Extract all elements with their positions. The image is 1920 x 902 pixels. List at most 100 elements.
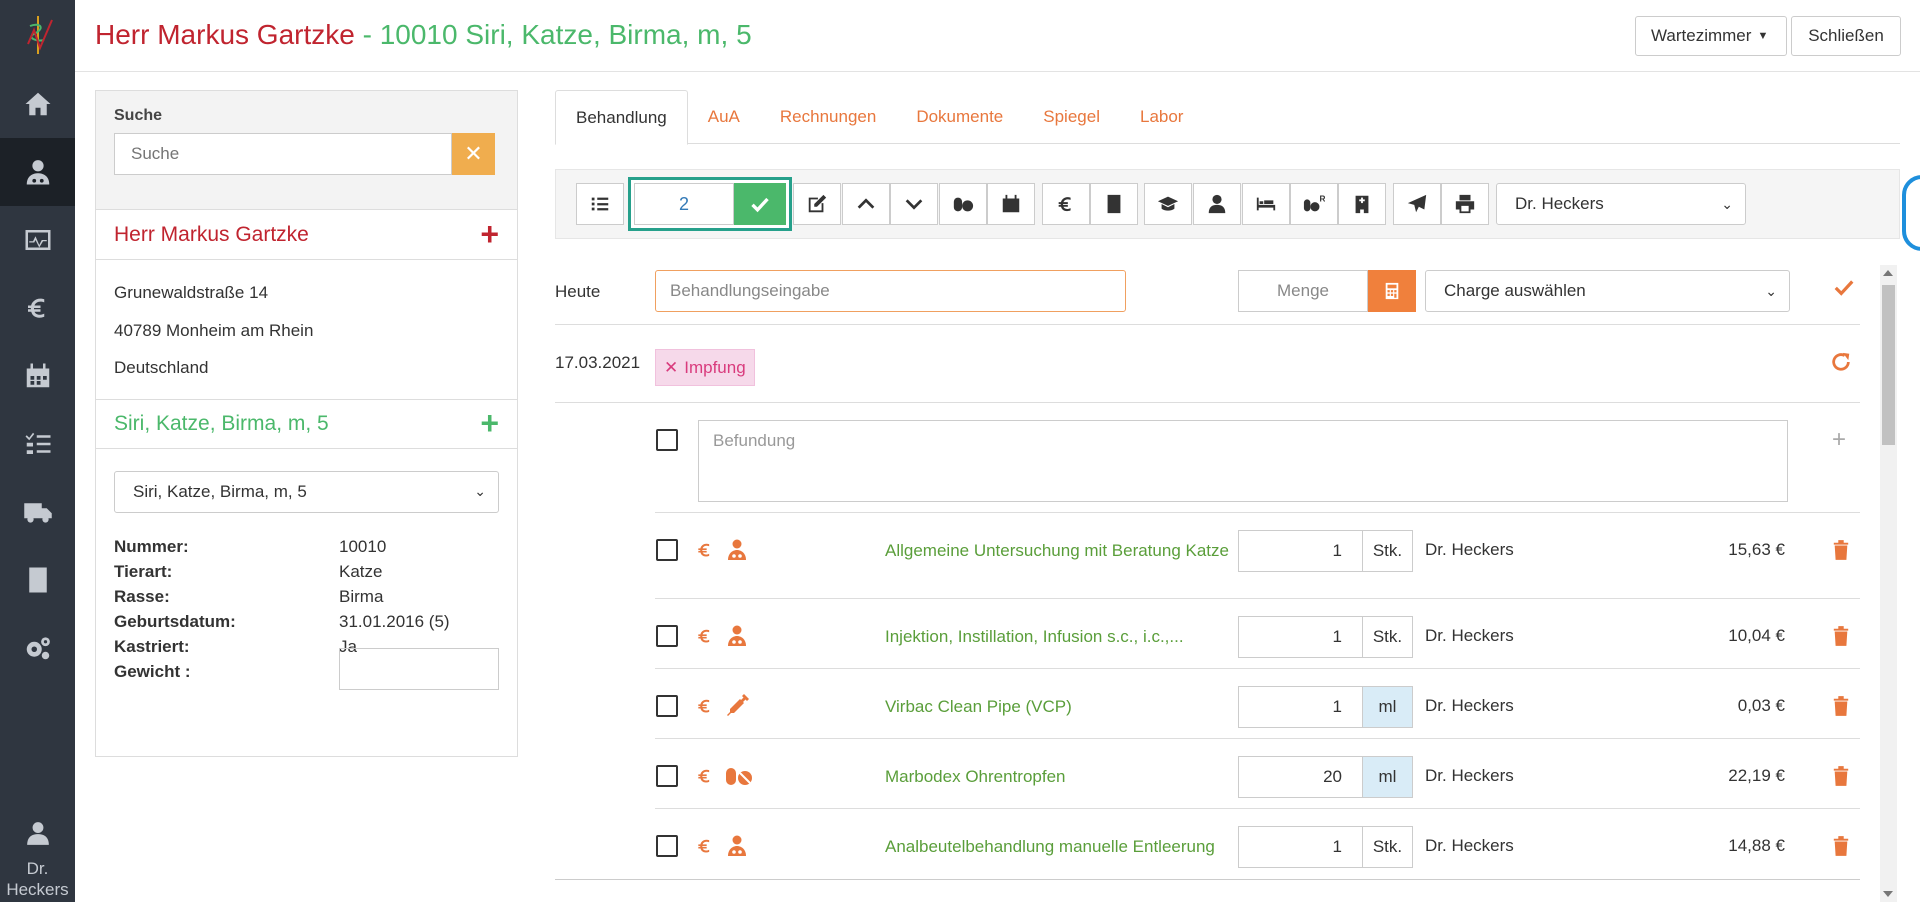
nav-patients[interactable] bbox=[0, 138, 75, 206]
tab-dokumente[interactable]: Dokumente bbox=[896, 90, 1023, 144]
euro-icon[interactable] bbox=[695, 538, 715, 567]
item-name[interactable]: Analbeutelbehandlung manuelle Entleerung bbox=[885, 834, 1265, 859]
remove-badge-icon[interactable]: ✕ bbox=[664, 358, 678, 378]
item-qty[interactable]: 1 bbox=[1239, 531, 1362, 571]
scrollbar[interactable] bbox=[1880, 265, 1897, 902]
row-checkbox[interactable] bbox=[656, 695, 678, 717]
impfung-badge[interactable]: ✕ Impfung bbox=[655, 349, 755, 386]
prescription-button[interactable]: R bbox=[1290, 183, 1338, 225]
pet-select[interactable]: Siri, Katze, Birma, m, 5 ⌄ bbox=[114, 470, 499, 513]
waiting-room-button[interactable]: Wartezimmer ▼ bbox=[1635, 16, 1787, 56]
help-widget[interactable] bbox=[1902, 175, 1920, 251]
person-icon bbox=[1208, 194, 1226, 214]
item-name[interactable]: Marbodex Ohrentropfen bbox=[885, 764, 1235, 789]
move-down-button[interactable] bbox=[890, 183, 938, 225]
owner-name[interactable]: Herr Markus Gartzke bbox=[114, 223, 309, 247]
counter-input[interactable]: 2 bbox=[634, 183, 734, 225]
add-findings-icon[interactable]: + bbox=[1832, 426, 1846, 454]
row-checkbox[interactable] bbox=[656, 539, 678, 561]
findings-checkbox[interactable] bbox=[656, 429, 678, 451]
chevron-down-icon: ⌄ bbox=[474, 483, 486, 499]
edit-button[interactable] bbox=[793, 183, 841, 225]
clinic-button[interactable] bbox=[1338, 183, 1386, 225]
scroll-thumb[interactable] bbox=[1882, 285, 1895, 445]
top-bar: Herr Markus Gartzke - 10010 Siri, Katze,… bbox=[75, 0, 1920, 72]
add-owner-icon[interactable]: + bbox=[480, 216, 499, 253]
euro-icon[interactable] bbox=[695, 624, 715, 653]
item-qty[interactable]: 1 bbox=[1239, 617, 1362, 657]
refresh-button[interactable] bbox=[1830, 351, 1852, 378]
euro-icon[interactable] bbox=[695, 834, 715, 863]
delete-icon[interactable] bbox=[1832, 625, 1850, 652]
weight-input[interactable] bbox=[339, 647, 499, 690]
tab-aua[interactable]: AuA bbox=[688, 90, 760, 144]
pet-heading[interactable]: Siri, Katze, Birma, m, 5 bbox=[114, 412, 329, 436]
row-checkbox[interactable] bbox=[656, 835, 678, 857]
nav-book[interactable] bbox=[0, 546, 75, 614]
book-icon bbox=[28, 567, 47, 593]
journal-button[interactable] bbox=[1090, 183, 1138, 225]
treatment-entry-row: Heute Behandlungseingabe Menge Charge au… bbox=[555, 270, 1860, 325]
nav-settings[interactable] bbox=[0, 614, 75, 682]
clear-search-button[interactable]: ✕ bbox=[452, 133, 495, 175]
euro-icon[interactable] bbox=[695, 694, 715, 723]
scroll-down-icon[interactable] bbox=[1883, 891, 1893, 897]
nav-calendar[interactable] bbox=[0, 342, 75, 410]
list-icon bbox=[591, 197, 609, 211]
delete-icon[interactable] bbox=[1832, 695, 1850, 722]
nav-finance[interactable] bbox=[0, 274, 75, 342]
move-up-button[interactable] bbox=[842, 183, 890, 225]
delete-icon[interactable] bbox=[1832, 765, 1850, 792]
doctor-select[interactable]: Dr. Heckers ⌄ bbox=[1496, 183, 1746, 225]
detail-key: Geburtsdatum: bbox=[114, 611, 236, 631]
app-logo[interactable] bbox=[0, 0, 75, 70]
tab-rechnungen[interactable]: Rechnungen bbox=[760, 90, 896, 144]
nav-home[interactable] bbox=[0, 70, 75, 138]
close-button[interactable]: Schließen bbox=[1791, 16, 1901, 56]
quantity-field[interactable]: 1 Stk. bbox=[1238, 826, 1413, 868]
treatment-input[interactable]: Behandlungseingabe bbox=[655, 270, 1126, 312]
confirm-counter-button[interactable] bbox=[734, 183, 786, 225]
item-qty[interactable]: 1 bbox=[1239, 827, 1362, 867]
item-qty[interactable]: 1 bbox=[1239, 687, 1362, 727]
print-button[interactable] bbox=[1441, 183, 1489, 225]
search-input[interactable] bbox=[114, 133, 452, 175]
quantity-field[interactable]: 1 Stk. bbox=[1238, 616, 1413, 658]
tab-behandlung[interactable]: Behandlung bbox=[555, 90, 688, 145]
nav-monitor[interactable] bbox=[0, 206, 75, 274]
row-checkbox[interactable] bbox=[656, 625, 678, 647]
divider bbox=[555, 402, 1860, 403]
current-user[interactable]: Dr. Heckers bbox=[0, 818, 75, 902]
item-name[interactable]: Allgemeine Untersuchung mit Beratung Kat… bbox=[885, 538, 1235, 563]
tab-labor[interactable]: Labor bbox=[1120, 90, 1203, 144]
nav-delivery[interactable] bbox=[0, 478, 75, 546]
list-button[interactable] bbox=[576, 183, 624, 225]
billing-button[interactable] bbox=[1042, 183, 1090, 225]
medication-button[interactable] bbox=[939, 183, 987, 225]
send-button[interactable] bbox=[1393, 183, 1441, 225]
item-name[interactable]: Virbac Clean Pipe (VCP) bbox=[885, 694, 1235, 719]
quantity-field[interactable]: 1 ml bbox=[1238, 686, 1413, 728]
nav-tasks[interactable] bbox=[0, 410, 75, 478]
row-checkbox[interactable] bbox=[656, 765, 678, 787]
quantity-field[interactable]: 20 ml bbox=[1238, 756, 1413, 798]
add-pet-icon[interactable]: + bbox=[480, 405, 499, 442]
delete-icon[interactable] bbox=[1832, 835, 1850, 862]
delete-icon[interactable] bbox=[1832, 539, 1850, 566]
quantity-field[interactable]: 1 Stk. bbox=[1238, 530, 1413, 572]
item-name[interactable]: Injektion, Instillation, Infusion s.c., … bbox=[885, 624, 1235, 649]
tab-spiegel[interactable]: Spiegel bbox=[1023, 90, 1120, 144]
education-button[interactable] bbox=[1144, 183, 1192, 225]
scroll-up-icon[interactable] bbox=[1883, 270, 1893, 276]
submit-treatment-button[interactable] bbox=[1833, 276, 1855, 303]
amount-input[interactable]: Menge bbox=[1238, 270, 1368, 312]
findings-textarea[interactable]: Befundung bbox=[698, 420, 1788, 502]
euro-icon[interactable] bbox=[695, 764, 715, 793]
item-qty[interactable]: 20 bbox=[1239, 757, 1362, 797]
charge-select[interactable]: Charge auswählen ⌄ bbox=[1425, 270, 1790, 312]
inpatient-button[interactable] bbox=[1242, 183, 1290, 225]
item-price: 15,63 € bbox=[1728, 540, 1785, 559]
person-button[interactable] bbox=[1193, 183, 1241, 225]
calendar-button[interactable] bbox=[987, 183, 1035, 225]
calculator-button[interactable] bbox=[1368, 270, 1416, 312]
